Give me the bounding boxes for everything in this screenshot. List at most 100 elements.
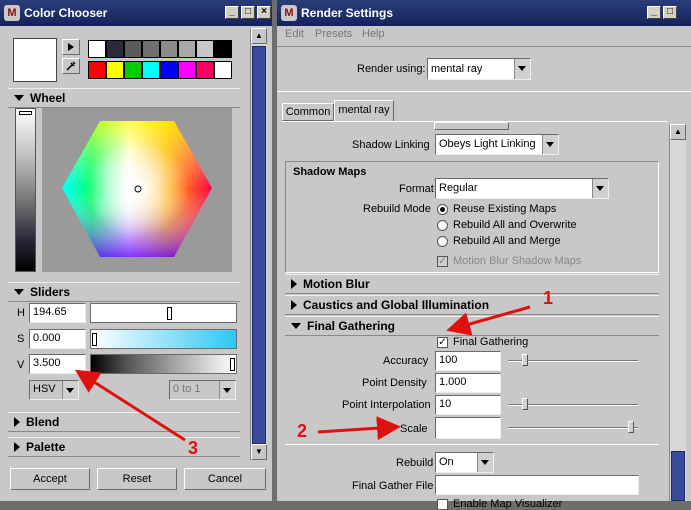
format-select[interactable]: Regular <box>435 178 609 199</box>
motion-blur-label: Motion Blur <box>303 277 370 291</box>
menu-help[interactable]: Help <box>362 28 385 40</box>
current-color-swatch[interactable] <box>13 38 57 82</box>
scale-slider-track[interactable] <box>508 427 638 429</box>
scroll-up-button[interactable]: ▲ <box>251 28 267 44</box>
blend-section-header[interactable]: Blend <box>8 412 240 432</box>
wheel-selector-marker[interactable] <box>134 185 142 193</box>
wheel-section-header[interactable]: Wheel <box>8 88 240 108</box>
motion-blur-shadow-checkbox[interactable]: ✓ <box>437 256 448 267</box>
chevron-down-icon[interactable] <box>592 179 608 198</box>
color-swatch[interactable] <box>142 40 160 58</box>
shadow-linking-select[interactable]: Obeys Light Linking <box>435 134 559 155</box>
close-icon[interactable]: × <box>257 6 271 19</box>
accuracy-label: Accuracy <box>383 355 429 367</box>
tab-common[interactable]: Common <box>282 103 334 121</box>
render-settings-scrollbar[interactable]: ▲ <box>669 124 686 501</box>
render-settings-titlebar[interactable]: M Render Settings _ □ <box>277 0 691 26</box>
minimize-icon[interactable]: _ <box>647 6 661 19</box>
range-select[interactable]: 0 to 1 <box>169 380 236 400</box>
s-slider[interactable] <box>90 329 237 349</box>
chevron-down-icon[interactable] <box>219 381 235 399</box>
point-interp-slider-thumb[interactable] <box>522 398 528 410</box>
color-swatch[interactable] <box>106 61 124 79</box>
color-swatch[interactable] <box>160 61 178 79</box>
color-swatch[interactable] <box>178 40 196 58</box>
caustics-section[interactable]: Caustics and Global Illumination <box>285 295 659 315</box>
color-chooser-title: Color Chooser <box>24 6 108 20</box>
color-swatch[interactable] <box>214 40 232 58</box>
cancel-button[interactable]: Cancel <box>184 468 266 490</box>
v-slider[interactable] <box>90 354 237 374</box>
point-interpolation-field[interactable]: 10 <box>435 395 501 415</box>
color-mode-select[interactable]: HSV <box>29 380 79 400</box>
color-swatch[interactable] <box>196 40 214 58</box>
accuracy-field[interactable]: 100 <box>435 351 501 371</box>
color-swatch[interactable] <box>88 61 106 79</box>
h-value-field[interactable]: 194.65 <box>29 303 86 323</box>
menu-edit[interactable]: Edit <box>285 28 304 40</box>
final-gathering-checkbox[interactable]: ✓ <box>437 337 448 348</box>
final-gathering-check-label: Final Gathering <box>453 336 529 348</box>
accept-button[interactable]: Accept <box>10 468 90 490</box>
maximize-icon[interactable]: □ <box>663 6 677 19</box>
maximize-icon[interactable]: □ <box>241 6 255 19</box>
final-gathering-section[interactable]: Final Gathering <box>285 316 659 336</box>
scale-slider-thumb[interactable] <box>628 421 634 433</box>
v-value-field[interactable]: 3.500 <box>29 354 86 374</box>
value-strip-marker <box>19 111 32 115</box>
menu-presets[interactable]: Presets <box>315 28 352 40</box>
sliders-section-header[interactable]: Sliders <box>8 282 240 302</box>
color-swatch[interactable] <box>214 61 232 79</box>
point-density-field[interactable]: 1.000 <box>435 373 501 393</box>
scrollbar-thumb[interactable] <box>671 451 685 501</box>
chevron-down-icon[interactable] <box>477 453 493 472</box>
color-swatch[interactable] <box>160 40 178 58</box>
render-using-select[interactable]: mental ray <box>427 58 531 80</box>
color-swatch[interactable] <box>142 61 160 79</box>
color-swatch[interactable] <box>106 40 124 58</box>
play-arrow-button[interactable] <box>62 39 80 55</box>
radio-rebuild-overwrite[interactable] <box>437 220 448 231</box>
value-strip[interactable] <box>15 108 36 272</box>
annotation-number-2: 2 <box>297 421 308 441</box>
rebuild-label: Rebuild <box>396 457 434 469</box>
color-swatch[interactable] <box>196 61 214 79</box>
chevron-down-icon[interactable] <box>514 59 530 79</box>
hexagon-color-wheel[interactable] <box>42 108 232 272</box>
scroll-down-button[interactable]: ▼ <box>251 444 267 460</box>
rebuild-select[interactable]: On <box>435 452 494 473</box>
radio-reuse-label: Reuse Existing Maps <box>453 203 557 215</box>
color-wheel-area[interactable] <box>42 108 232 272</box>
chevron-down-icon[interactable] <box>542 135 558 154</box>
s-slider-marker[interactable] <box>92 333 97 346</box>
radio-overwrite-label: Rebuild All and Overwrite <box>453 219 577 231</box>
final-gather-file-field[interactable] <box>435 475 639 495</box>
scrollbar-thumb[interactable] <box>252 46 266 444</box>
s-label: S <box>17 333 25 345</box>
h-slider[interactable] <box>90 303 237 323</box>
color-swatch[interactable] <box>178 61 196 79</box>
minimize-icon[interactable]: _ <box>225 6 239 19</box>
wheel-label: Wheel <box>30 91 66 105</box>
s-value-field[interactable]: 0.000 <box>29 329 86 349</box>
palette-section-header[interactable]: Palette <box>8 437 240 457</box>
color-chooser-scrollbar[interactable]: ▲ ▼ <box>250 28 267 460</box>
color-chooser-titlebar[interactable]: M Color Chooser _ □ × <box>0 0 272 26</box>
color-swatch[interactable] <box>88 40 106 58</box>
v-slider-marker[interactable] <box>230 358 235 371</box>
h-slider-marker[interactable] <box>167 307 172 320</box>
accuracy-slider-thumb[interactable] <box>522 354 528 366</box>
scroll-up-button[interactable]: ▲ <box>670 124 686 140</box>
annotation-number-1: 1 <box>543 288 554 308</box>
color-swatch[interactable] <box>124 40 142 58</box>
eyedropper-button[interactable] <box>62 58 80 74</box>
color-swatch[interactable] <box>124 61 142 79</box>
chevron-down-icon[interactable] <box>62 381 78 399</box>
radio-reuse-existing[interactable] <box>437 204 448 215</box>
reset-button[interactable]: Reset <box>97 468 177 490</box>
color-mode-value: HSV <box>33 383 56 395</box>
scale-color-swatch[interactable] <box>435 417 501 439</box>
radio-rebuild-merge[interactable] <box>437 236 448 247</box>
motion-blur-section[interactable]: Motion Blur <box>285 274 659 294</box>
tab-mental-ray[interactable]: mental ray <box>334 100 394 122</box>
